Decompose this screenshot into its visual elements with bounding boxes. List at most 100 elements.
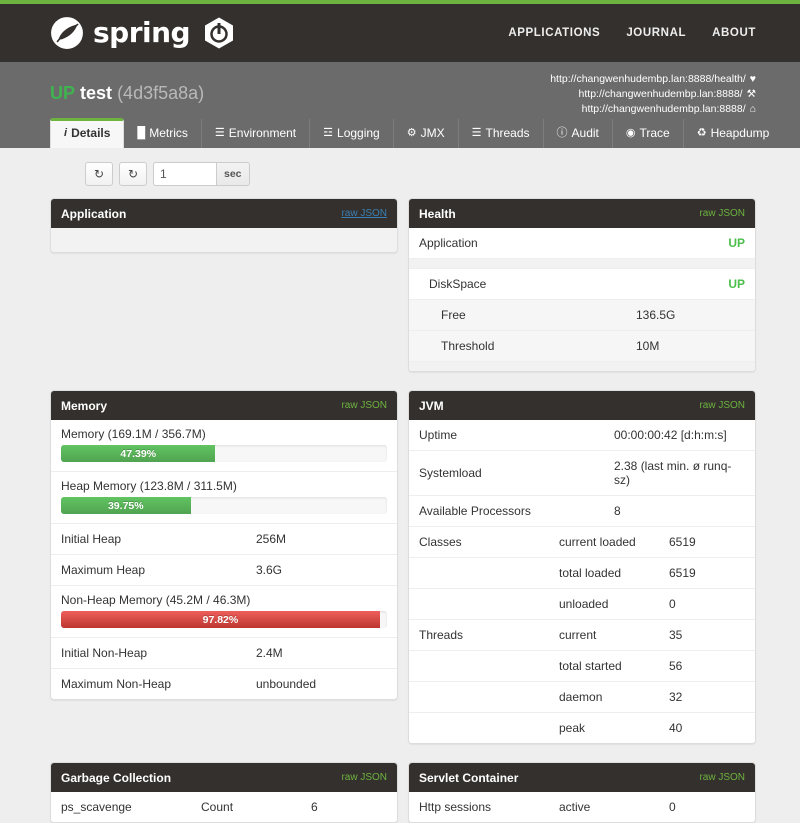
jvm-row-available-processors: Available Processors 8 — [409, 495, 755, 526]
jvm-threads-group-label: Threads — [419, 628, 559, 642]
memory-initial-nonheap-label: Initial Non-Heap — [61, 646, 256, 660]
memory-row-initial-nonheap: Initial Non-Heap 2.4M — [51, 637, 397, 668]
endpoint-url-list: http://changwenhudembp.lan:8888/health/ ♥… — [550, 72, 756, 117]
tab-threads[interactable]: ☰ Threads — [459, 119, 544, 148]
tab-logging-label: Logging — [337, 126, 380, 141]
tab-metrics-label: Metrics — [149, 126, 188, 141]
jvm-threads-peak-metric: peak — [559, 721, 669, 735]
memory-nonheap-row: Non-Heap Memory (45.2M / 46.3M) 97.82% — [51, 585, 397, 637]
memory-nonheap-label: Non-Heap Memory (45.2M / 46.3M) — [61, 593, 387, 607]
endpoint-manage[interactable]: http://changwenhudembp.lan:8888/⚒ — [550, 87, 756, 102]
health-free-value: 136.5G — [636, 308, 745, 322]
panel-garbage-collection: Garbage Collection raw JSON ps_scavenge … — [50, 762, 398, 823]
jvm-threads-peak: peak 40 — [409, 712, 755, 743]
nav-link-applications[interactable]: APPLICATIONS — [508, 27, 600, 39]
jvm-systemload-value: 2.38 (last min. ø runq-sz) — [614, 459, 745, 487]
tab-details-label: Details — [71, 126, 110, 141]
panel-servlet-container-body: Http sessions active 0 — [409, 792, 755, 822]
jvm-classes-total-loaded: total loaded 6519 — [409, 557, 755, 588]
panel-servlet-container: Servlet Container raw JSON Http sessions… — [408, 762, 756, 823]
tab-heapdump[interactable]: ♻ Heapdump — [684, 119, 783, 148]
jvm-threads-current-metric: current — [559, 628, 669, 642]
tab-audit[interactable]: ⓘ Audit — [544, 119, 613, 148]
spring-leaf-icon — [50, 16, 84, 50]
gc-ps-scavenge-value: 6 — [311, 800, 387, 814]
health-diskspace-status: UP — [728, 277, 745, 291]
tab-details[interactable]: i Details — [50, 118, 124, 148]
status-badge: UP — [50, 83, 75, 103]
tab-environment[interactable]: ☰ Environment — [202, 119, 310, 148]
brand-logo[interactable]: spring — [50, 16, 234, 50]
tab-logging[interactable]: ☲ Logging — [310, 119, 394, 148]
refresh-toolbar: ↻ ↻ sec — [50, 148, 756, 198]
tab-metrics[interactable]: █ Metrics — [124, 119, 201, 148]
panel-jvm-raw-json-link[interactable]: raw JSON — [699, 400, 745, 411]
memory-maximum-heap-value: 3.6G — [256, 563, 387, 577]
health-row-free: Free 136.5G — [409, 299, 755, 330]
panel-application-raw-json-link[interactable]: raw JSON — [341, 208, 387, 219]
memory-total-progress-track: 47.39% — [61, 445, 387, 462]
jvm-threads-daemon-value: 32 — [669, 690, 745, 704]
endpoint-home[interactable]: http://changwenhudembp.lan:8888/⌂ — [550, 102, 756, 117]
jvm-classes-group-label: Classes — [419, 535, 559, 549]
jvm-classes-total-loaded-metric: total loaded — [559, 566, 669, 580]
nav-link-about[interactable]: ABOUT — [712, 27, 756, 39]
panel-memory: Memory raw JSON Memory (169.1M / 356.7M)… — [50, 390, 398, 700]
jvm-threads-daemon: daemon 32 — [409, 681, 755, 712]
endpoint-home-url: http://changwenhudembp.lan:8888/ — [582, 103, 746, 115]
cogs-icon: ⚙ — [407, 126, 417, 141]
details-content: ↻ ↻ sec Application raw JSON Health raw … — [0, 148, 800, 823]
health-threshold-value: 10M — [636, 339, 745, 353]
panel-jvm-title: JVM — [419, 399, 444, 413]
tab-trace[interactable]: ◉ Trace — [613, 119, 684, 148]
spring-boot-power-icon — [204, 17, 234, 49]
endpoint-health-url: http://changwenhudembp.lan:8888/health/ — [550, 73, 746, 85]
memory-initial-nonheap-value: 2.4M — [256, 646, 387, 660]
tasks-icon: ☰ — [472, 126, 482, 141]
jvm-available-processors-label: Available Processors — [419, 504, 614, 518]
jvm-classes-current-loaded-value: 6519 — [669, 535, 745, 549]
user-circle-icon: ⓘ — [557, 126, 568, 141]
nav-link-journal[interactable]: JOURNAL — [626, 27, 686, 39]
tab-jmx[interactable]: ⚙ JMX — [394, 119, 459, 148]
memory-total-label: Memory (169.1M / 356.7M) — [61, 427, 387, 441]
jvm-classes-unloaded-metric: unloaded — [559, 597, 669, 611]
health-threshold-label: Threshold — [441, 339, 636, 353]
jvm-threads-daemon-metric: daemon — [559, 690, 669, 704]
panel-health-body: Application UP DiskSpace UP Free 136.5G … — [409, 228, 755, 371]
health-application-status: UP — [728, 236, 745, 250]
health-row-threshold: Threshold 10M — [409, 330, 755, 361]
sliders-icon: ☲ — [323, 126, 333, 141]
refresh-interval-input[interactable] — [153, 162, 216, 186]
panel-garbage-collection-raw-json-link[interactable]: raw JSON — [341, 772, 387, 783]
memory-heap-progress-fill: 39.75% — [61, 497, 191, 514]
memory-heap-label: Heap Memory (123.8M / 311.5M) — [61, 479, 387, 493]
jvm-threads-current-value: 35 — [669, 628, 745, 642]
refresh-once-button[interactable]: ↻ — [85, 162, 113, 186]
endpoint-health[interactable]: http://changwenhudembp.lan:8888/health/ ♥ — [550, 72, 756, 87]
panel-health-raw-json-link[interactable]: raw JSON — [699, 208, 745, 219]
memory-heap-row: Heap Memory (123.8M / 311.5M) 39.75% — [51, 471, 397, 523]
servlet-http-sessions-metric: active — [559, 800, 669, 814]
health-bottom-spacer — [409, 361, 755, 371]
health-row-application: Application UP — [409, 228, 755, 258]
jvm-threads-peak-value: 40 — [669, 721, 745, 735]
auto-refresh-toggle-button[interactable]: ↻ — [119, 162, 147, 186]
panel-servlet-container-raw-json-link[interactable]: raw JSON — [699, 772, 745, 783]
gc-row-ps-scavenge: ps_scavenge Count 6 — [51, 792, 397, 822]
jvm-threads-total-started-value: 56 — [669, 659, 745, 673]
jvm-classes-total-loaded-value: 6519 — [669, 566, 745, 580]
jvm-threads-current: Threads current 35 — [409, 619, 755, 650]
memory-nonheap-progress-fill: 97.82% — [61, 611, 380, 628]
jvm-row-uptime: Uptime 00:00:00:42 [d:h:m:s] — [409, 420, 755, 450]
panel-memory-raw-json-link[interactable]: raw JSON — [341, 400, 387, 411]
jvm-classes-unloaded-value: 0 — [669, 597, 745, 611]
application-name: test — [80, 83, 112, 103]
panel-jvm-header: JVM raw JSON — [409, 391, 755, 420]
jvm-classes-current-loaded-metric: current loaded — [559, 535, 669, 549]
memory-total-progress-fill: 47.39% — [61, 445, 215, 462]
health-section-spacer — [409, 258, 755, 268]
memory-row-maximum-nonheap: Maximum Non-Heap unbounded — [51, 668, 397, 699]
heart-icon: ♥ — [750, 72, 756, 87]
panel-health: Health raw JSON Application UP DiskSpace… — [408, 198, 756, 372]
